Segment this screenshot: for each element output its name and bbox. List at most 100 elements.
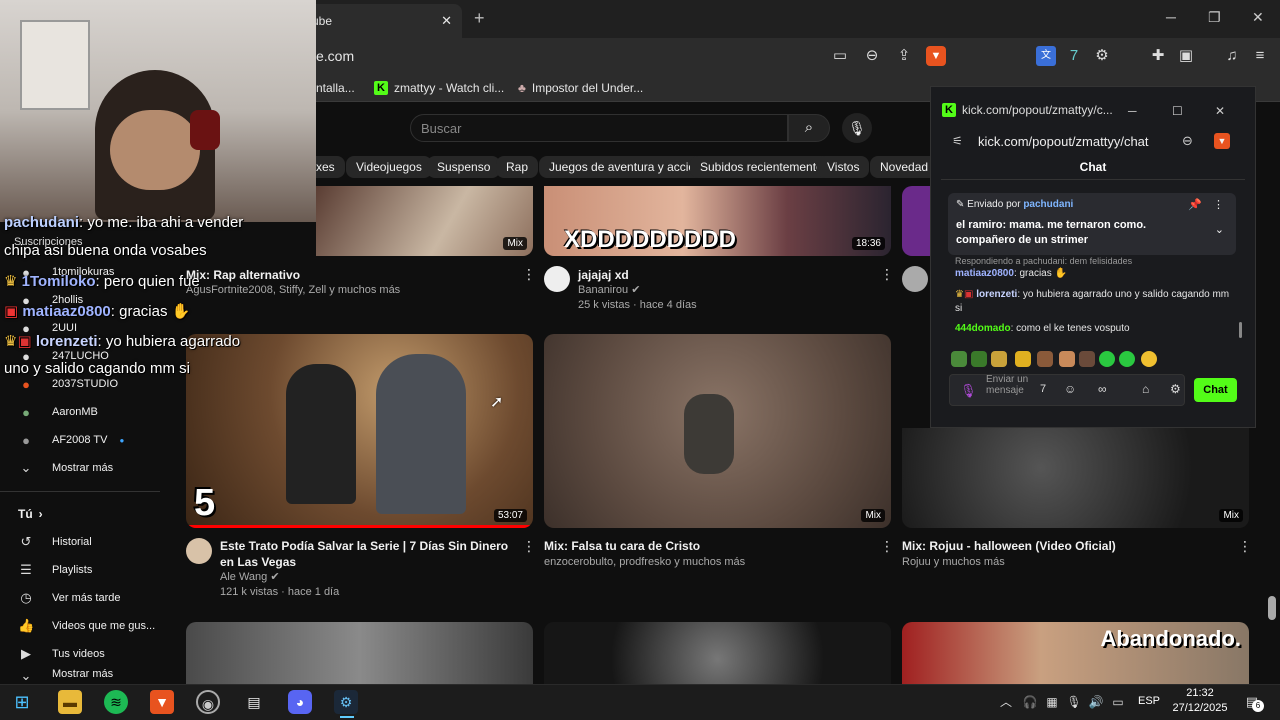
cast-icon[interactable]: ▭	[830, 46, 850, 66]
brave-shield-icon[interactable]: ▼	[1214, 133, 1230, 149]
page-scrollbar[interactable]	[1268, 596, 1276, 620]
extension-7tv-icon[interactable]: 7	[1064, 46, 1084, 66]
extension-icon[interactable]: ⚙	[1092, 46, 1112, 66]
minimize-icon[interactable]: ─	[1166, 9, 1176, 25]
bookmark-item[interactable]: Kzmattyy - Watch cli...	[374, 81, 504, 95]
browser-tab[interactable]: ube ✕	[300, 4, 462, 38]
channel-avatar[interactable]	[902, 266, 928, 292]
channel-name[interactable]: Ale Wang ✔	[220, 570, 280, 585]
emote-icon[interactable]	[1141, 351, 1157, 367]
close-window-icon[interactable]: ✕	[1252, 9, 1264, 26]
music-icon[interactable]: ♫	[1222, 46, 1242, 66]
menu-icon[interactable]: ≡	[1250, 46, 1270, 66]
emote-icon[interactable]	[971, 351, 987, 367]
microphone-icon[interactable]: 🎙	[1062, 690, 1086, 714]
close-tab-icon[interactable]: ✕	[441, 13, 452, 29]
chat-message-input[interactable]: 🎙 Enviar un mensaje 7 ☺ ∞ ⌂ ⚙	[949, 374, 1185, 406]
maximize-icon[interactable]: ☐	[1172, 104, 1183, 118]
emote-icon[interactable]	[991, 351, 1007, 367]
chevron-down-icon[interactable]: ⌄	[1215, 223, 1224, 236]
headphones-icon[interactable]: 🎧	[1018, 690, 1042, 714]
more-options-icon[interactable]: ⋮	[880, 538, 894, 555]
show-more-button[interactable]: ⌄ Mostrar más	[0, 454, 160, 482]
video-thumbnail[interactable]: XDDDDDDDDD 18:36	[544, 186, 891, 256]
emote-icon[interactable]	[1059, 351, 1075, 367]
language-indicator[interactable]: ESP	[1138, 695, 1160, 707]
video-thumbnail[interactable]	[902, 186, 930, 256]
minimize-icon[interactable]: ─	[1128, 104, 1137, 118]
chevron-up-icon[interactable]: ︿	[994, 690, 1018, 714]
bookmark-item[interactable]: ♣ Impostor del Under...	[518, 81, 643, 95]
emote-icon[interactable]	[1037, 351, 1053, 367]
chip[interactable]: Subidos recientemente	[690, 156, 833, 178]
video-thumbnail[interactable]: Mix	[902, 428, 1249, 528]
emote-icon[interactable]	[1099, 351, 1115, 367]
emote-icon[interactable]	[1119, 351, 1135, 367]
emote-icon[interactable]	[1079, 351, 1095, 367]
brave-browser-icon[interactable]: ▼	[150, 690, 174, 714]
send-chat-button[interactable]: Chat	[1194, 378, 1237, 402]
search-icon[interactable]: ⌕	[788, 114, 830, 142]
more-options-icon[interactable]: ⋮	[880, 266, 894, 283]
volume-icon[interactable]: 🔊	[1084, 690, 1108, 714]
share-icon[interactable]: ⇪	[894, 46, 914, 66]
channel-name[interactable]: Bananirou ✔	[578, 283, 640, 298]
steam-icon[interactable]: ⚙	[334, 690, 358, 714]
sidebar-item-show-more[interactable]: ⌄ Mostrar más	[0, 668, 160, 684]
site-settings-icon[interactable]: ⚟	[952, 134, 963, 148]
video-thumbnail[interactable]: 5 53:07	[186, 334, 533, 528]
channel-avatar[interactable]	[186, 538, 212, 564]
microphone-icon[interactable]: 🎙	[960, 383, 977, 399]
more-options-icon[interactable]: ⋮	[1213, 198, 1224, 211]
chat-scrollbar[interactable]	[1239, 322, 1242, 338]
video-title[interactable]: jajajaj xd	[578, 267, 629, 283]
emote-icon[interactable]	[951, 351, 967, 367]
file-explorer-icon[interactable]: ▬	[58, 690, 82, 714]
windows-start-icon[interactable]: ⊞	[10, 690, 34, 714]
sidebar-item-history[interactable]: ↺ Historial	[0, 528, 160, 556]
video-title[interactable]: Este Trato Podía Salvar la Serie | 7 Día…	[220, 538, 520, 570]
video-thumbnail[interactable]: Abandonado.	[902, 622, 1249, 684]
chip[interactable]: Juegos de aventura y acción	[539, 156, 712, 178]
video-thumbnail[interactable]	[544, 622, 891, 684]
sidebar-channel[interactable]: ● AF2008 TV ●	[0, 426, 160, 454]
channel-avatar[interactable]	[544, 266, 570, 292]
video-title[interactable]: Mix: Rojuu - halloween (Video Oficial)	[902, 538, 1116, 554]
sidebar-channel[interactable]: ● AaronMB	[0, 398, 160, 426]
settings-gear-icon[interactable]: ⚙	[1170, 382, 1181, 396]
video-title[interactable]: Mix: Rap alternativo	[186, 267, 300, 283]
video-thumbnail[interactable]: Mix	[544, 334, 891, 528]
maximize-icon[interactable]: ❐	[1208, 9, 1221, 26]
sidebar-item-liked[interactable]: 👍 Videos que me gus...	[0, 612, 160, 640]
obs-icon[interactable]: ◉	[196, 690, 220, 714]
chip[interactable]: Suspenso	[427, 156, 501, 178]
close-window-icon[interactable]: ✕	[1215, 104, 1225, 118]
chip[interactable]: Vistos	[817, 156, 870, 178]
new-tab-icon[interactable]: +	[474, 8, 485, 29]
extension-7tv-icon[interactable]: 7	[1040, 383, 1046, 395]
tray-app-icon[interactable]: ▦	[1040, 690, 1064, 714]
chip[interactable]: Rap	[496, 156, 539, 178]
extensions-puzzle-icon[interactable]: ✚	[1148, 46, 1168, 66]
search-input[interactable]: Buscar	[410, 114, 788, 142]
taskbar-clock[interactable]: 21:32 27/12/2025	[1170, 686, 1230, 716]
url-field[interactable]: e.com	[316, 48, 354, 64]
zoom-icon[interactable]: ⊖	[862, 46, 882, 66]
sidebar-item-your-videos[interactable]: ▶ Tus videos	[0, 640, 160, 668]
sidebar-icon[interactable]: ▣	[1176, 46, 1196, 66]
pin-icon[interactable]: 📌	[1188, 198, 1202, 211]
you-section-link[interactable]: Tú ›	[0, 500, 160, 528]
network-icon[interactable]: ▭	[1106, 690, 1130, 714]
store-icon[interactable]: ⌂	[1142, 382, 1149, 396]
emote-icon[interactable]	[1015, 351, 1031, 367]
emote-picker-icon[interactable]: ∞	[1098, 382, 1107, 396]
sidebar-item-watch-later[interactable]: ◷ Ver más tarde	[0, 584, 160, 612]
microphone-icon[interactable]: 🎙	[842, 113, 872, 143]
video-thumbnail[interactable]: Mix	[316, 186, 533, 256]
bookmark-item[interactable]: ntalla...	[316, 81, 355, 95]
app-icon[interactable]: ▤	[242, 690, 266, 714]
more-options-icon[interactable]: ⋮	[1238, 538, 1252, 555]
spotify-icon[interactable]: ≋	[104, 690, 128, 714]
chip[interactable]: Videojuegos	[346, 156, 432, 178]
emoji-icon[interactable]: ☺	[1064, 382, 1076, 396]
